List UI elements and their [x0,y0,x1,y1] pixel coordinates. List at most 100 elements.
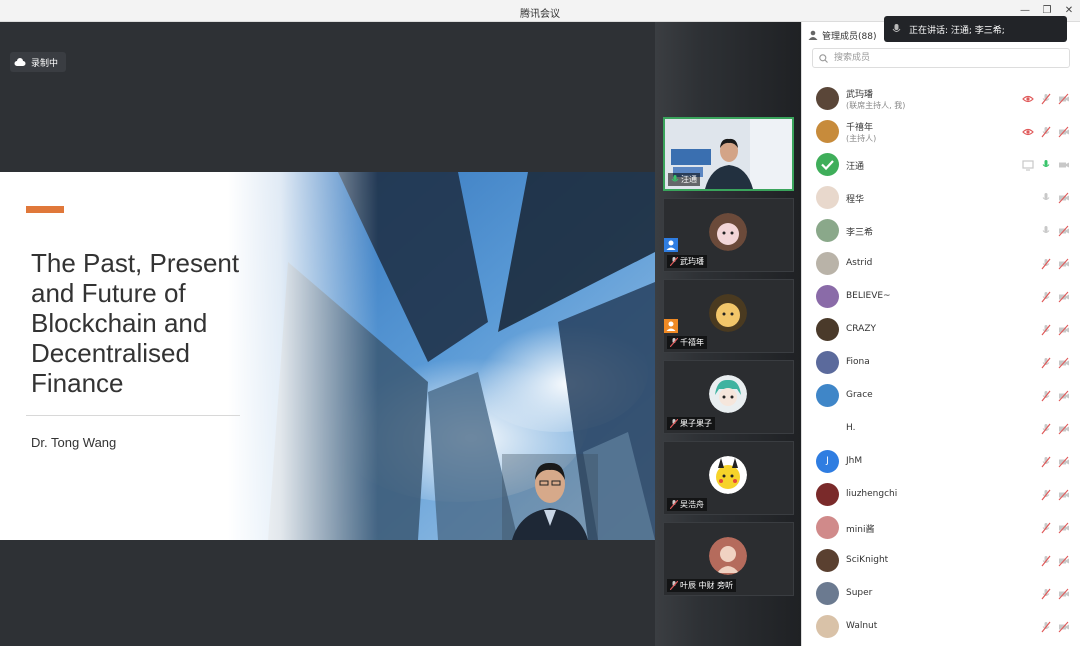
camera-off-icon[interactable] [1058,423,1070,435]
avatar [816,351,839,374]
screen-share-icon[interactable] [1022,159,1034,171]
mic-muted-icon[interactable] [1040,390,1052,402]
camera-off-icon[interactable] [1058,93,1070,105]
member-row[interactable]: Super [802,577,1080,610]
member-row[interactable]: J JhM [802,445,1080,478]
member-row[interactable]: 李三希 [802,214,1080,247]
camera-off-icon[interactable] [1058,522,1070,534]
camera-off-icon[interactable] [1058,555,1070,567]
participant-video-strip: 汪通 武玙璠 千禧年 果子果子 吴浩舟 叶辰 中财 旁听 [655,22,801,646]
avatar [709,456,747,494]
member-row[interactable]: SciKnight [802,544,1080,577]
mic-muted-icon[interactable] [1040,93,1052,105]
video-tile[interactable]: 武玙璠 [663,198,794,272]
camera-off-icon[interactable] [1058,324,1070,336]
member-role: (主持人) [846,134,877,143]
member-row[interactable]: Grace [802,379,1080,412]
mic-muted-icon[interactable] [1040,621,1052,633]
camera-off-icon[interactable] [1058,192,1070,204]
speaker-video-overlay [502,454,598,540]
member-name: Grace [846,390,873,400]
mic-muted-icon[interactable] [1040,258,1052,270]
member-search[interactable] [812,48,1070,68]
speaking-label: 正在讲话: 汪通; 李三希; [909,25,1005,36]
mic-muted-icon[interactable] [1040,588,1052,600]
member-row[interactable]: Fiona [802,346,1080,379]
mic-icon[interactable] [1040,192,1052,204]
member-name: 汪通 [846,162,865,172]
member-name: 武玙璠 [846,90,874,100]
recording-label: 录制中 [31,58,59,69]
member-name: 李三希 [846,228,874,238]
member-row[interactable]: 千禧年 (主持人) [802,115,1080,148]
video-tile[interactable]: 吴浩舟 [663,441,794,515]
shared-screen-area: 录制中 The Past, Present and Future of Bloc… [0,22,655,646]
mic-muted-icon[interactable] [1040,489,1052,501]
camera-off-icon[interactable] [1058,225,1070,237]
mic-muted-icon[interactable] [1040,126,1052,138]
member-row[interactable]: CRAZY [802,313,1080,346]
eye-icon[interactable] [1022,126,1034,138]
camera-icon[interactable] [1058,159,1070,171]
camera-off-icon[interactable] [1058,588,1070,600]
camera-off-icon[interactable] [1058,489,1070,501]
camera-off-icon[interactable] [1058,357,1070,369]
video-tile[interactable]: 千禧年 [663,279,794,353]
tile-name-tag: 武玙璠 [667,255,707,268]
member-role: (联席主持人, 我) [846,101,906,110]
tile-name-tag: 果子果子 [667,417,715,430]
mic-muted-icon[interactable] [1040,291,1052,303]
mic-active-icon[interactable] [1040,159,1052,171]
members-panel-title: 管理成员(88) [822,31,877,42]
search-icon [819,53,828,63]
camera-off-icon[interactable] [1058,258,1070,270]
avatar [709,375,747,413]
members-panel-header: 管理成员(88) [808,27,876,43]
mic-muted-icon[interactable] [1040,456,1052,468]
camera-off-icon[interactable] [1058,126,1070,138]
mic-icon[interactable] [1040,225,1052,237]
member-row[interactable]: H. [802,412,1080,445]
mic-muted-icon[interactable] [1040,522,1052,534]
mic-muted-icon[interactable] [1040,423,1052,435]
search-input[interactable] [832,52,1056,64]
member-row[interactable]: 汪通 [802,148,1080,181]
members-panel: 管理成员(88) 武玙璠(联席主持人, 我)千禧年(主持人)汪通程华李三希Ast… [801,22,1080,646]
member-name: mini酱 [846,525,875,535]
mic-muted-icon [670,257,678,266]
member-row[interactable]: Astrid [802,247,1080,280]
member-row[interactable]: Walnut [802,610,1080,643]
mic-muted-icon[interactable] [1040,357,1052,369]
member-row[interactable]: 程华 [802,181,1080,214]
camera-off-icon[interactable] [1058,456,1070,468]
speaking-toast: 正在讲话: 汪通; 李三希; [884,16,1067,42]
member-name: BELIEVE~ [846,291,891,301]
mic-muted-icon[interactable] [1040,555,1052,567]
member-name: Astrid [846,258,873,268]
camera-off-icon[interactable] [1058,291,1070,303]
member-row[interactable]: mini酱 [802,511,1080,544]
recording-indicator[interactable]: 录制中 [10,52,67,72]
mic-muted-icon[interactable] [1040,324,1052,336]
member-row[interactable]: liuzhengchi [802,478,1080,511]
video-tile-active[interactable]: 汪通 [663,117,794,191]
member-name: JhM [846,456,863,466]
eye-icon[interactable] [1022,93,1034,105]
member-row[interactable]: BELIEVE~ [802,280,1080,313]
members-icon [808,30,818,40]
camera-off-icon[interactable] [1058,390,1070,402]
avatar [816,615,839,638]
avatar [816,516,839,539]
video-tile[interactable]: 果子果子 [663,360,794,434]
user-icon [664,238,678,252]
avatar [816,219,839,242]
slide-author: Dr. Tong Wang [31,435,117,450]
mic-muted-icon [670,581,678,590]
tile-name-tag: 吴浩舟 [667,498,707,511]
cloud-icon [14,57,26,66]
tile-name-tag: 汪通 [668,173,700,186]
mic-muted-icon [670,419,678,428]
member-row[interactable]: 武玙璠 (联席主持人, 我) [802,82,1080,115]
camera-off-icon[interactable] [1058,621,1070,633]
video-tile[interactable]: 叶辰 中财 旁听 [663,522,794,596]
